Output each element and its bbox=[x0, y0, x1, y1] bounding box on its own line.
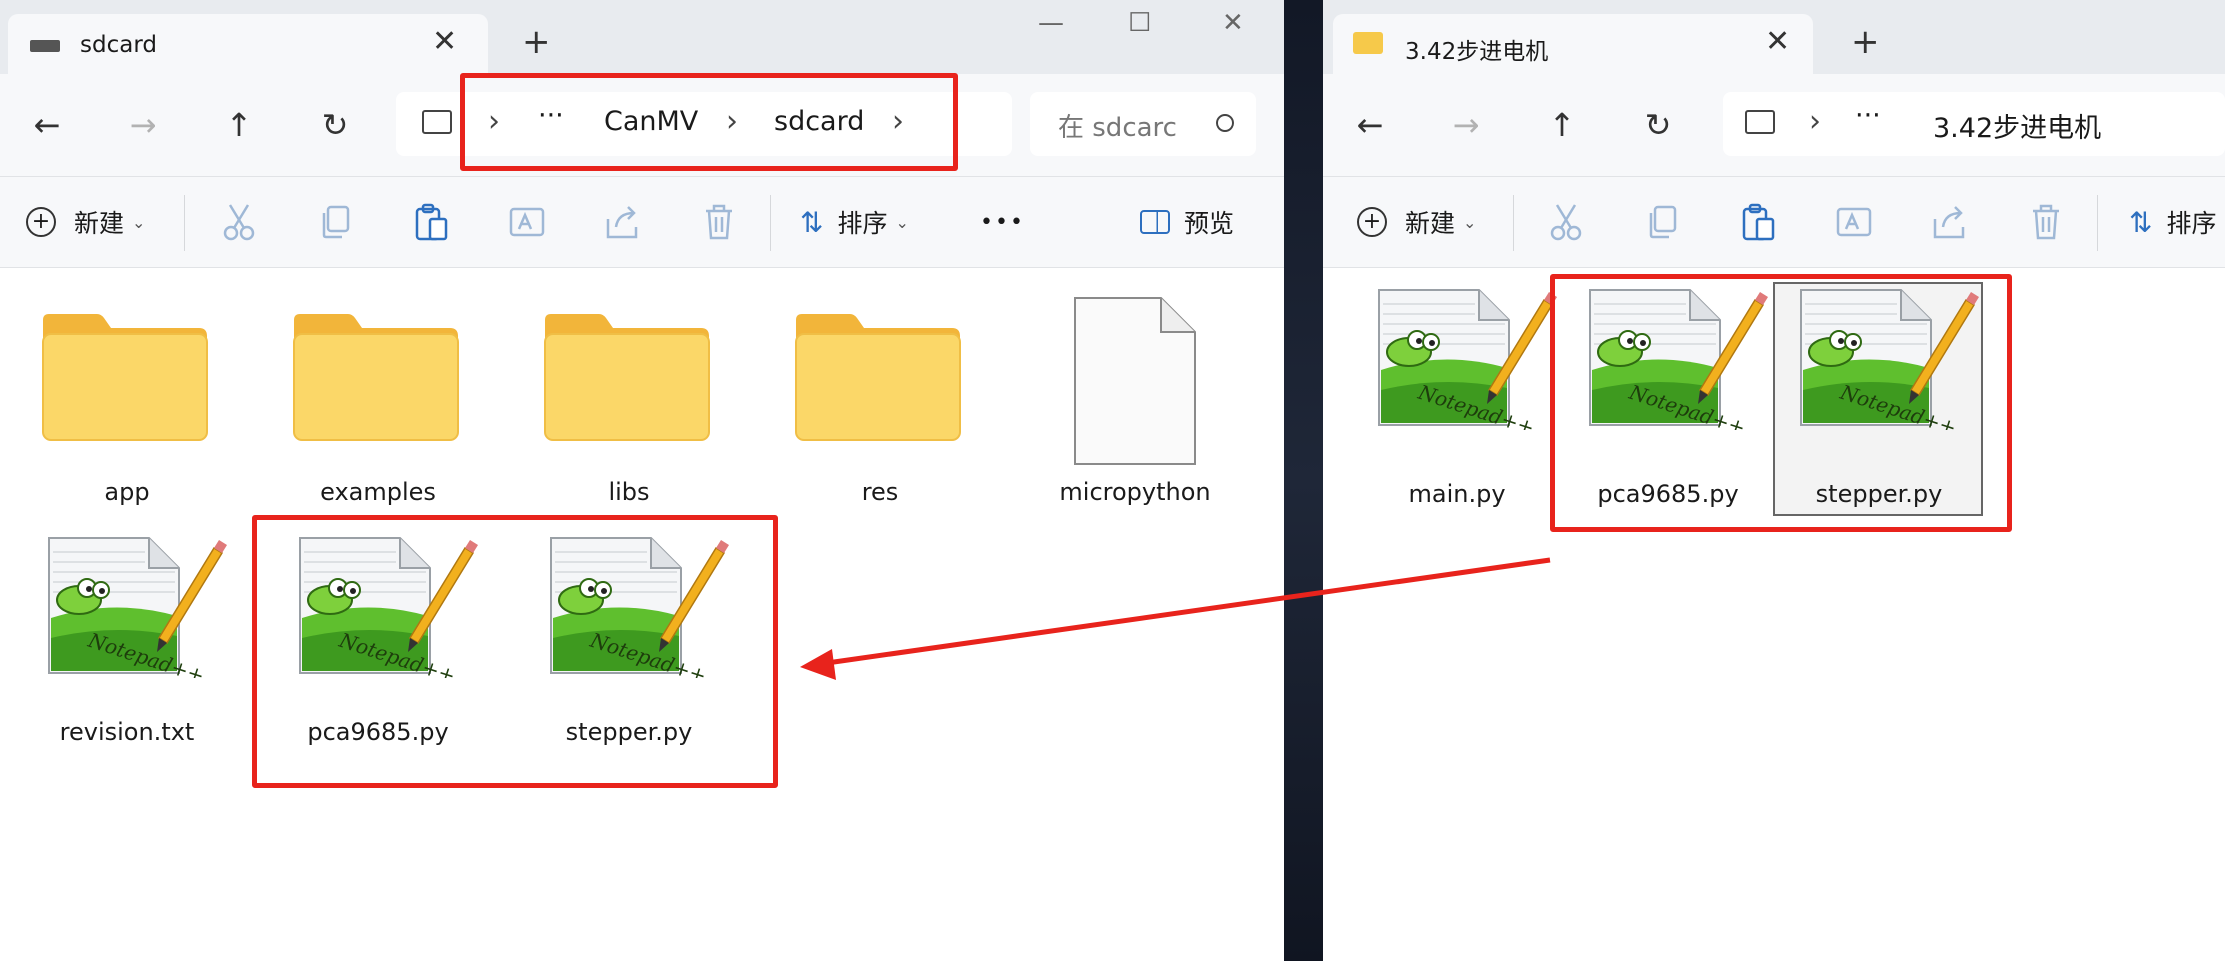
copy-arrow-annotation bbox=[800, 557, 1551, 680]
